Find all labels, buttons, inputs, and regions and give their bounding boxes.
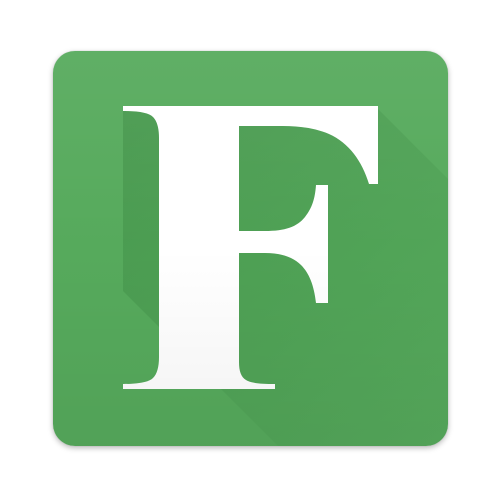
f-letter-icon bbox=[123, 106, 378, 389]
app-icon-canvas: F bbox=[0, 0, 500, 500]
app-icon-tile[interactable]: F bbox=[53, 51, 448, 446]
